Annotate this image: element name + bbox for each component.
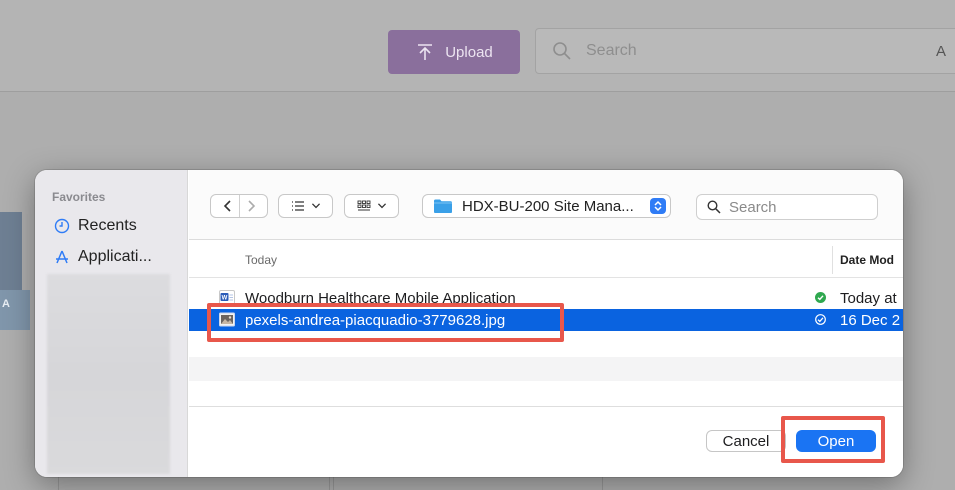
navigation-buttons [210,194,268,218]
sidebar-item-recents[interactable]: Recents [54,217,137,235]
dialog-sidebar: Favorites Recents Applicati... [35,170,188,477]
image-file-icon [219,312,235,327]
background-card-image [0,212,22,298]
column-divider [832,246,833,274]
dialog-footer: Cancel Open [189,406,903,477]
grid-view-icon [357,200,370,211]
folder-name: HDX-BU-200 Site Mana... [462,197,634,215]
file-open-dialog: Favorites Recents Applicati... HDX-BU-20… [35,170,903,477]
background-card [58,477,330,490]
svg-text:W: W [222,296,228,302]
sidebar-item-applications[interactable]: Applicati... [54,248,152,266]
file-date: 16 Dec 2 [840,311,901,329]
clock-icon [54,218,70,234]
folder-icon [434,199,452,213]
file-row[interactable]: W Woodburn Healthcare Mobile Application… [189,287,903,309]
background-card [333,477,603,490]
list-view-icon [291,201,304,211]
sidebar-blurred-items [47,274,170,474]
chevron-down-icon [311,203,320,209]
file-name: Woodburn Healthcare Mobile Application [245,289,516,307]
group-label-today: Today [245,253,278,267]
search-icon [707,200,721,214]
word-doc-icon: W [219,290,235,305]
background-card-label: A [0,290,30,330]
cancel-button[interactable]: Cancel [706,430,786,452]
synced-check-icon [815,314,826,325]
empty-row [189,357,903,381]
upload-button[interactable]: Upload [388,30,520,74]
file-name: pexels-andrea-piacquadio-3779628.jpg [245,311,506,329]
popup-stepper-icon [650,198,666,214]
background-cards [58,476,858,490]
list-view-button[interactable] [278,194,333,218]
synced-check-icon [815,292,826,303]
background-search-placeholder: Search [586,42,637,59]
empty-row [189,331,903,357]
dialog-search-input[interactable]: Search [696,194,878,220]
column-header-date-modified[interactable]: Date Mod [840,253,894,267]
folder-location-popup[interactable]: HDX-BU-200 Site Mana... [422,194,671,218]
sidebar-item-label: Applicati... [78,248,152,265]
file-date: Today at [840,289,897,307]
dialog-main: HDX-BU-200 Site Mana... Search Today Dat… [189,170,903,477]
dialog-toolbar: HDX-BU-200 Site Mana... Search [189,170,903,240]
sidebar-item-label: Recents [78,217,137,234]
upload-icon [418,44,433,60]
sidebar-title: Favorites [52,190,106,204]
file-list-header: Today Date Mod [189,240,903,278]
applications-icon [56,250,68,264]
background-search-input[interactable]: Search A [535,28,955,74]
file-row-selected[interactable]: pexels-andrea-piacquadio-3779628.jpg 16 … [189,309,903,331]
open-button[interactable]: Open [796,430,876,452]
background-header: Upload Search A [0,0,955,92]
background-search-tail: A [935,42,946,60]
upload-label: Upload [445,43,493,61]
grid-view-button[interactable] [344,194,399,218]
back-chevron-icon[interactable] [221,199,235,213]
forward-chevron-icon[interactable] [244,199,258,213]
chevron-down-icon [377,203,386,209]
search-icon [553,42,571,60]
dialog-search-placeholder: Search [729,198,777,216]
